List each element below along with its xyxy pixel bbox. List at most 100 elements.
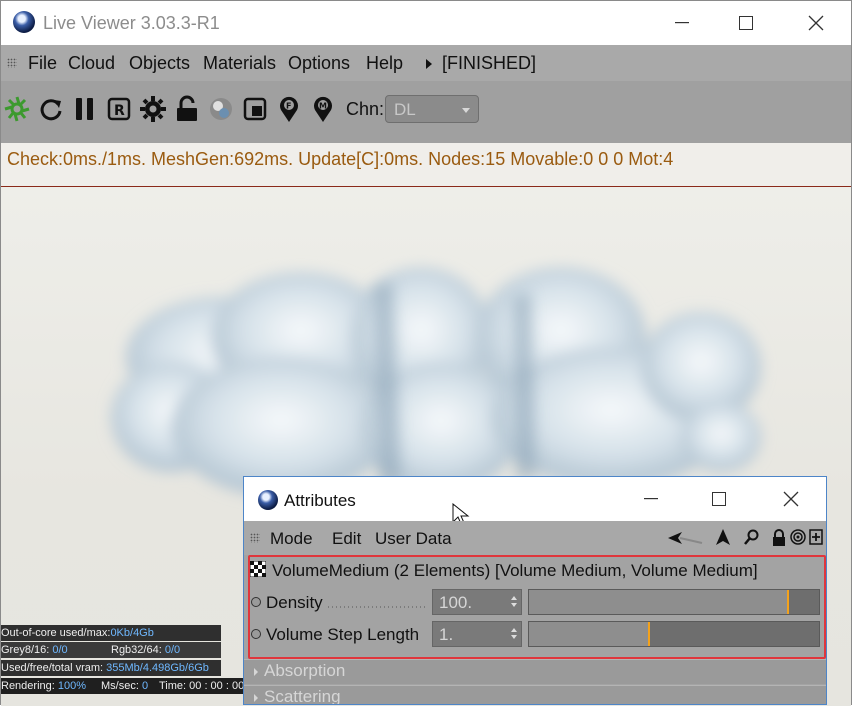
refresh-icon[interactable] (37, 95, 65, 123)
attributes-minimize-button[interactable] (618, 477, 684, 521)
material-preview-icon[interactable] (207, 95, 235, 123)
stats-label: Rendering: (1, 680, 55, 692)
stats-label: Ms/sec: (101, 680, 139, 692)
stats-ms: Ms/sec: 0 (101, 678, 148, 694)
stats-label: Used/free/total vram: (1, 662, 104, 674)
minimize-button[interactable] (647, 1, 717, 45)
menu-bar: File Cloud Objects Materials Options Hel… (1, 45, 851, 81)
navigate-up-icon[interactable] (716, 529, 730, 545)
density-label: Density (266, 593, 323, 612)
menu-file[interactable]: File (28, 53, 57, 74)
menu-help[interactable]: Help (366, 53, 403, 74)
animation-key-icon[interactable] (251, 629, 261, 639)
new-panel-icon[interactable] (809, 529, 823, 545)
density-slider[interactable] (528, 589, 820, 615)
slider-handle[interactable] (787, 590, 789, 614)
close-button[interactable] (781, 1, 851, 45)
density-value: 100. (439, 593, 473, 612)
slider-fill (529, 590, 787, 614)
menu-grip-icon[interactable] (250, 533, 260, 543)
stats-rgb: Rgb32/64: 0/0 (111, 642, 180, 658)
attributes-title: Attributes (284, 491, 356, 510)
maximize-icon (739, 16, 753, 30)
stats-label: Grey8/16: (1, 644, 50, 656)
minimize-icon (644, 498, 658, 500)
attributes-window: Attributes Mode Edit User Data VolumeMed… (243, 476, 827, 705)
checkerboard-icon (250, 561, 266, 577)
menu-options[interactable]: Options (288, 53, 350, 74)
channel-value: DL (394, 100, 416, 119)
group-title: Absorption (264, 661, 346, 680)
attributes-title-bar[interactable]: Attributes (244, 477, 826, 527)
svg-text:R: R (114, 103, 125, 119)
stats-value: 0/0 (52, 644, 68, 656)
render-state-label: [FINISHED] (442, 53, 537, 73)
group-scattering[interactable]: Scattering (244, 685, 826, 705)
animation-key-icon[interactable] (251, 597, 261, 607)
dotted-leader (328, 606, 428, 608)
close-icon (783, 491, 799, 507)
target-icon[interactable] (790, 529, 806, 545)
status-text: Check:0ms./1ms. MeshGen:692ms. Update[C]… (7, 149, 674, 169)
lock-icon[interactable] (173, 95, 201, 123)
menu-mode[interactable]: Mode (270, 529, 313, 549)
attributes-menu-bar: Mode Edit User Data (244, 521, 826, 555)
render-start-icon[interactable] (3, 95, 31, 123)
expand-triangle-icon (254, 693, 258, 702)
stats-value: 0/0 (164, 644, 181, 656)
clay-mode-icon[interactable] (241, 95, 269, 123)
attributes-close-button[interactable] (756, 477, 826, 521)
cinema4d-app-icon (258, 490, 278, 510)
material-pin-icon[interactable]: M (309, 95, 337, 123)
stats-label: Out-of-core used/max: (1, 627, 111, 639)
group-title: Scattering (264, 687, 341, 705)
menu-materials[interactable]: Materials (203, 53, 276, 74)
stats-value: 0 (141, 680, 149, 692)
menu-user-data[interactable]: User Data (375, 529, 452, 549)
stats-value: 00 : 00 : 00 (189, 680, 244, 692)
lock-icon[interactable] (772, 529, 786, 546)
slider-handle[interactable] (648, 622, 650, 646)
stepper-arrows-icon[interactable] (511, 596, 517, 608)
expand-triangle-icon (254, 667, 258, 676)
pause-icon[interactable] (71, 95, 99, 123)
attributes-body: VolumeMedium (2 Elements) [Volume Medium… (244, 555, 826, 705)
close-icon (808, 15, 824, 31)
group-scattering-label: Scattering (254, 687, 341, 705)
menu-objects[interactable]: Objects (129, 53, 190, 74)
volume-step-length-field[interactable]: 1. (432, 621, 522, 647)
menu-grip-icon[interactable] (7, 58, 17, 68)
search-icon[interactable] (744, 529, 760, 545)
channel-select[interactable]: DL (385, 95, 479, 123)
volume-step-length-value: 1. (439, 625, 454, 644)
stats-value: 100% (57, 680, 87, 692)
minimize-icon (675, 22, 689, 24)
attributes-maximize-button[interactable] (686, 477, 752, 521)
menu-edit[interactable]: Edit (332, 529, 361, 549)
cinema4d-app-icon (13, 11, 35, 33)
group-absorption[interactable]: Absorption (244, 659, 826, 684)
settings-icon[interactable] (139, 95, 167, 123)
stats-rendering: Rendering: 100% Ms/sec: 0 Time: 00 : 00 … (1, 678, 244, 694)
stats-value: 355Mb/4.498Gb/6Gb (106, 662, 209, 674)
stats-value: 0Kb/4Gb (110, 627, 154, 639)
back-arrow-icon[interactable] (668, 531, 704, 545)
slider-fill (529, 622, 648, 646)
region-icon[interactable]: R (105, 95, 133, 123)
stats-vram: Used/free/total vram: 355Mb/4.498Gb/6Gb (1, 660, 221, 676)
maximize-button[interactable] (711, 1, 781, 45)
focus-pin-icon[interactable]: F (275, 95, 303, 123)
chevron-down-icon (462, 108, 470, 113)
density-field[interactable]: 100. (432, 589, 522, 615)
svg-text:M: M (319, 102, 327, 111)
menu-overflow-arrow-icon[interactable] (426, 59, 432, 69)
channel-label: Chn: (346, 99, 385, 119)
volume-step-length-slider[interactable] (528, 621, 820, 647)
stats-label: Time: (159, 680, 187, 692)
title-bar[interactable]: Live Viewer 3.03.3-R1 (1, 1, 851, 45)
svg-text:F: F (286, 102, 291, 111)
stepper-arrows-icon[interactable] (511, 628, 517, 640)
stats-out-of-core: Out-of-core used/max:0Kb/4Gb (1, 625, 221, 641)
stats-time: Time: 00 : 00 : 00 (159, 678, 244, 694)
menu-cloud[interactable]: Cloud (68, 53, 115, 74)
